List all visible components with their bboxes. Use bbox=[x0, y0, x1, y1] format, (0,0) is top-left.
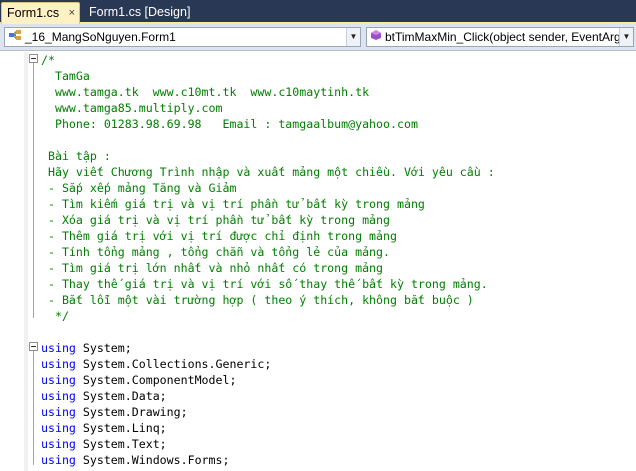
comment-line: - Bắt lỗi một vài trường hợp ( theo ý th… bbox=[41, 293, 474, 307]
method-icon bbox=[370, 28, 382, 46]
tab-label: Form1.cs bbox=[7, 6, 60, 20]
using-keyword: using bbox=[41, 453, 76, 467]
using-line: using System.Drawing; bbox=[41, 404, 188, 420]
namespace: System.Linq; bbox=[82, 421, 167, 435]
comment-line: Bài tập : bbox=[41, 149, 111, 163]
tab-form1-design[interactable]: Form1.cs [Design] bbox=[84, 2, 195, 24]
change-tracking-margin bbox=[24, 52, 28, 471]
navigation-bar: _16_MangSoNguyen.Form1 ▼ btTimMaxMin_Cli… bbox=[0, 24, 636, 51]
using-line: using System.Data; bbox=[41, 388, 167, 404]
comment-line: - Xóa giá trị và vị trí phần tử bất kỳ t… bbox=[41, 213, 391, 227]
comment-line: www.tamga85.multiply.com bbox=[41, 101, 223, 115]
code-editor[interactable]: /* TamGa www.tamga.tk www.c10mt.tk www.c… bbox=[0, 52, 636, 471]
comment-line: www.tamga.tk www.c10mt.tk www.c10maytinh… bbox=[41, 85, 370, 99]
collapse-usings-icon[interactable] bbox=[29, 342, 38, 351]
member-combo-value: btTimMaxMin_Click(object sender, EventAr… bbox=[385, 30, 634, 45]
namespace: System.ComponentModel; bbox=[82, 373, 237, 387]
comment-line: Hãy viết Chương Trình nhập và xuất mảng … bbox=[41, 165, 495, 179]
namespace: System.Drawing; bbox=[82, 405, 188, 419]
using-line: using System.Collections.Generic; bbox=[41, 356, 271, 372]
dropdown-arrow-icon[interactable]: ▼ bbox=[346, 28, 360, 46]
namespace: System.Windows.Forms; bbox=[82, 453, 230, 467]
tab-label: Form1.cs [Design] bbox=[89, 5, 191, 19]
using-keyword: using bbox=[41, 341, 76, 355]
class-combo[interactable]: _16_MangSoNguyen.Form1 ▼ bbox=[4, 27, 361, 47]
using-line: using System.Windows.Forms; bbox=[41, 452, 229, 468]
using-line: using System.ComponentModel; bbox=[41, 372, 236, 388]
member-combo[interactable]: btTimMaxMin_Click(object sender, EventAr… bbox=[366, 27, 634, 47]
using-keyword: using bbox=[41, 373, 76, 387]
namespace: System.Collections.Generic; bbox=[82, 357, 272, 371]
comment-line: - Tìm giá trị lớn nhất và nhỏ nhất có tr… bbox=[41, 261, 384, 275]
using-keyword: using bbox=[41, 437, 76, 451]
using-keyword: using bbox=[41, 421, 76, 435]
outline-line bbox=[33, 63, 34, 318]
tab-form1-cs[interactable]: Form1.cs × bbox=[1, 2, 80, 24]
csharp-class-icon bbox=[8, 28, 22, 46]
comment-line: /* bbox=[41, 53, 55, 67]
comment-line: TamGa bbox=[41, 69, 90, 83]
comment-line: - Thêm giá trị với vị trí được chỉ định … bbox=[41, 229, 397, 243]
comment-line: */ bbox=[41, 309, 69, 323]
class-combo-value: _16_MangSoNguyen.Form1 bbox=[25, 30, 176, 45]
comment-line: - Sắp xếp mảng Tăng và Giảm bbox=[41, 181, 237, 195]
comment-line: - Tính tổng mảng , tổng chẵn và tổng lẻ … bbox=[41, 245, 391, 259]
dropdown-arrow-icon[interactable]: ▼ bbox=[619, 28, 633, 46]
document-tab-bar: Form1.cs × Form1.cs [Design] bbox=[0, 0, 636, 24]
using-line: using System; bbox=[41, 340, 132, 356]
outline-line bbox=[33, 351, 34, 465]
comment-line: - Thay thế giá trị và vị trí với số thay… bbox=[41, 277, 488, 291]
comment-line: - Tìm kiếm giá trị và vị trí phần tử bất… bbox=[41, 197, 425, 211]
namespace: System.Data; bbox=[82, 389, 167, 403]
using-line: using System.Linq; bbox=[41, 420, 167, 436]
using-keyword: using bbox=[41, 405, 76, 419]
using-keyword: using bbox=[41, 357, 76, 371]
comment-line: Phone: 01283.98.69.98 Email : tamgaalbum… bbox=[41, 117, 418, 131]
collapse-comment-icon[interactable] bbox=[29, 54, 38, 63]
namespace: System.Text; bbox=[82, 437, 167, 451]
using-line: using System.Text; bbox=[41, 436, 167, 452]
namespace: System; bbox=[82, 341, 132, 355]
close-tab-icon[interactable]: × bbox=[69, 3, 75, 23]
using-keyword: using bbox=[41, 389, 76, 403]
